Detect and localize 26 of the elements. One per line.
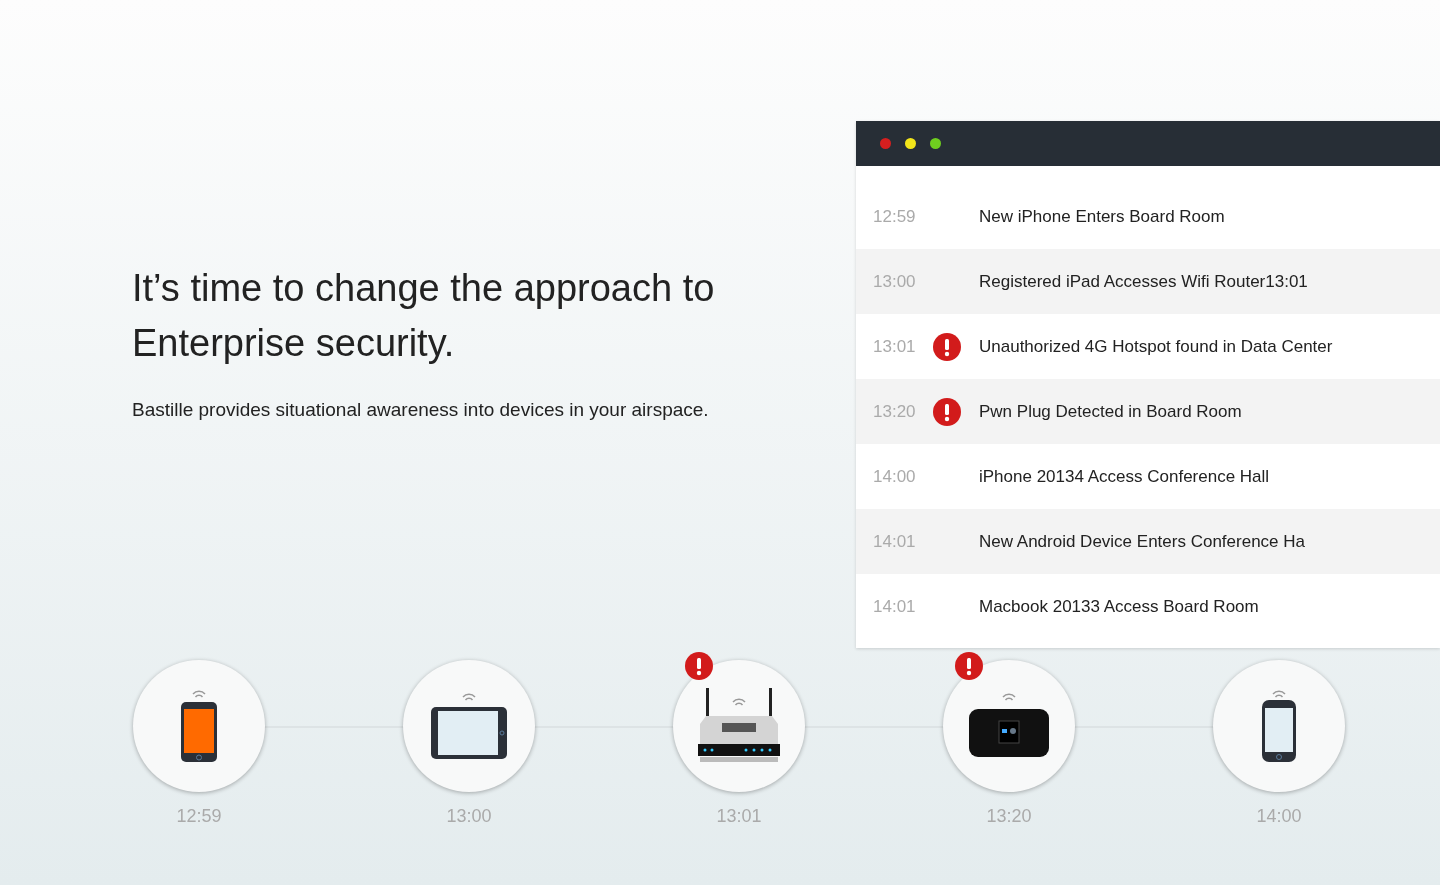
device-time: 12:59 [176,806,222,827]
window-control-dot[interactable] [880,138,891,149]
window-control-dot[interactable] [905,138,916,149]
event-time: 14:01 [873,531,917,552]
device-time: 13:01 [716,806,762,827]
subtitle: Bastille provides situational awareness into devices in your airspace. [132,399,710,421]
event-text: New Android Device Enters Conference Ha [979,531,1305,552]
device-time: 13:20 [986,806,1032,827]
headline: It’s time to change the approach to Enterprise security. [132,266,716,366]
event-text: Macbook 20133 Access Board Room [979,596,1259,617]
event-time: 13:20 [873,401,917,422]
event-time: 13:00 [873,271,917,292]
event-text: iPhone 20134 Access Conference Hall [979,466,1270,487]
phone-drawing [179,690,219,762]
device-time: 13:00 [446,806,492,827]
event-text: New iPhone Enters Board Room [979,206,1225,227]
event-time: 12:59 [873,206,917,227]
device-time: 14:00 [1256,806,1302,827]
window-control-dot[interactable] [930,138,941,149]
phone-drawing [1259,690,1299,762]
event-text: Unauthorized 4G Hotspot found in Data Center [979,336,1333,357]
event-text: Pwn Plug Detected in Board Room [979,401,1242,422]
event-time: 13:01 [873,336,917,357]
event-text: Registered iPad Accesses Wifi Router13:01 [979,271,1308,292]
event-time: 14:00 [873,466,917,487]
event-time: 14:01 [873,596,917,617]
